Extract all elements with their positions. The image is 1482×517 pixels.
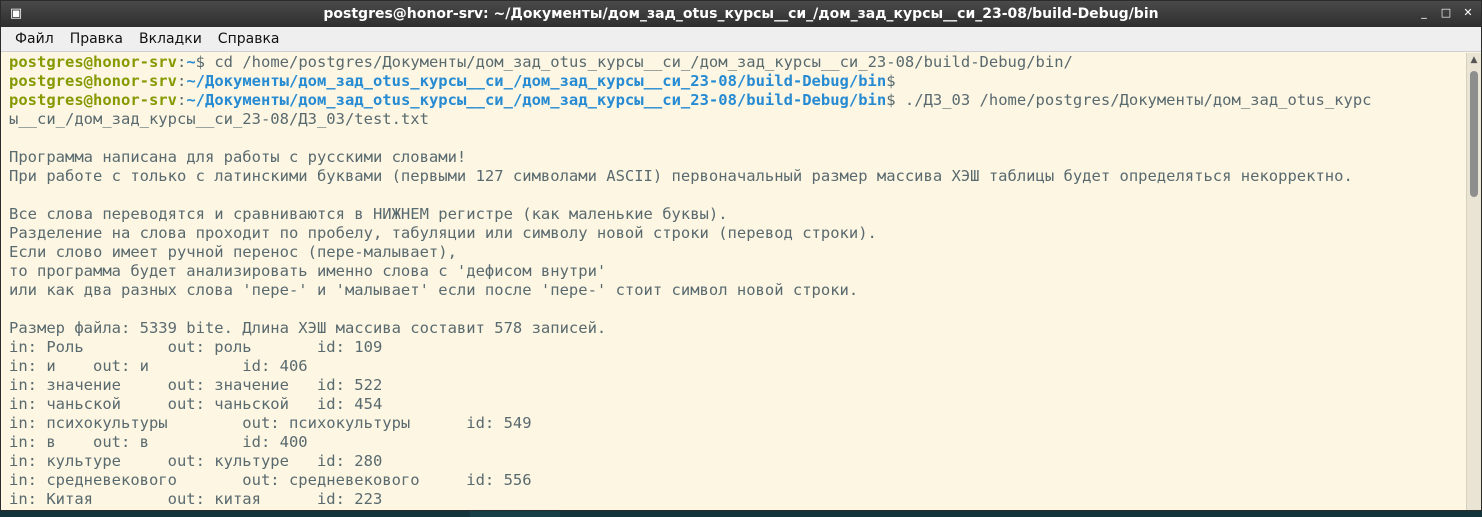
- desktop-background: [0, 511, 1482, 517]
- command-text: ./ДЗ_03 /home/postgres/Документы/дом_зад…: [895, 91, 1372, 109]
- output-line: или как два разных слова 'пере-' и 'малы…: [9, 281, 859, 299]
- output-line: Разделение на слова проходит по пробелу,…: [9, 224, 877, 242]
- prompt-colon: :: [176, 53, 187, 71]
- menu-file[interactable]: Файл: [7, 27, 62, 52]
- output-line: in: и out: и id: 406: [9, 357, 308, 375]
- prompt-path: ~/Документы/дом_зад_otus_курсы__си_/дом_…: [186, 72, 887, 90]
- output-line: in: в out: в id: 400: [9, 433, 308, 451]
- menu-tabs[interactable]: Вкладки: [131, 27, 210, 52]
- prompt-user: postgres@honor-srv: [9, 53, 177, 71]
- output-line: Размер файла: 5339 bite. Длина ХЭШ масси…: [9, 319, 607, 337]
- minimize-button[interactable]: _: [1417, 5, 1431, 21]
- prompt-dollar: $: [886, 91, 896, 109]
- prompt-dollar: $: [195, 53, 206, 71]
- taskbar-fragment: [470, 511, 560, 517]
- menu-help[interactable]: Справка: [210, 27, 288, 52]
- prompt-dollar: $: [886, 72, 896, 90]
- prompt-line: postgres@honor-srv:~/Документы/дом_зад_o…: [9, 72, 1469, 91]
- output-line: Если слово имеет ручной перенос (пере-ма…: [9, 243, 457, 261]
- window-title: postgres@honor-srv: ~/Документы/дом_зад_…: [323, 6, 1159, 22]
- output-line: in: средневекового out: средневекового i…: [9, 471, 532, 489]
- output-line: ы__си_/дом_зад_курсы__си_23-08/ДЗ_03/tes…: [9, 110, 429, 128]
- terminal-window: ▣ postgres@honor-srv: ~/Документы/дом_за…: [0, 0, 1482, 511]
- maximize-button[interactable]: □: [1439, 5, 1453, 21]
- output-line: in: значение out: значение id: 522: [9, 376, 383, 394]
- output-line: При работе с только с латинскими буквами…: [9, 167, 1353, 185]
- prompt-user: postgres@honor-srv: [9, 91, 177, 109]
- output-line: in: чаньской out: чаньской id: 454: [9, 395, 383, 413]
- prompt-line: postgres@honor-srv:~$ cd /home/postgres/…: [9, 53, 1469, 72]
- output-line: in: Роль out: роль id: 109: [9, 338, 383, 356]
- prompt-path: ~/Документы/дом_зад_otus_курсы__си_/дом_…: [186, 91, 887, 109]
- scroll-up-arrow-icon[interactable]: ▲: [1467, 53, 1481, 67]
- window-controls: _ □ ✕: [1417, 5, 1475, 21]
- menu-edit[interactable]: Правка: [62, 27, 131, 52]
- prompt-colon: :: [176, 72, 187, 90]
- prompt-path: ~: [186, 53, 196, 71]
- output-line: in: психокультуры out: психокультуры id:…: [9, 414, 532, 432]
- vertical-scrollbar[interactable]: ▲: [1466, 53, 1481, 510]
- scroll-thumb[interactable]: [1470, 71, 1478, 197]
- output-line: in: Китая out: китая id: 223: [9, 490, 383, 508]
- prompt-user: postgres@honor-srv: [9, 72, 177, 90]
- menu-bar: Файл Правка Вкладки Справка: [1, 27, 1481, 52]
- terminal-output[interactable]: postgres@honor-srv:~$ cd /home/postgres/…: [1, 53, 1469, 510]
- close-button[interactable]: ✕: [1461, 5, 1475, 21]
- output-line: Программа написана для работы с русскими…: [9, 148, 467, 166]
- command-text: cd /home/postgres/Документы/дом_зад_otus…: [205, 53, 1073, 71]
- prompt-colon: :: [176, 91, 187, 109]
- output-line: in: культуре out: культуре id: 280: [9, 452, 383, 470]
- output-line: Все слова переводятся и сравниваются в Н…: [9, 205, 728, 223]
- title-bar[interactable]: ▣ postgres@honor-srv: ~/Документы/дом_за…: [1, 1, 1481, 27]
- output-line: то программа будет анализировать именно …: [9, 262, 607, 280]
- prompt-line: postgres@honor-srv:~/Документы/дом_зад_o…: [9, 91, 1469, 110]
